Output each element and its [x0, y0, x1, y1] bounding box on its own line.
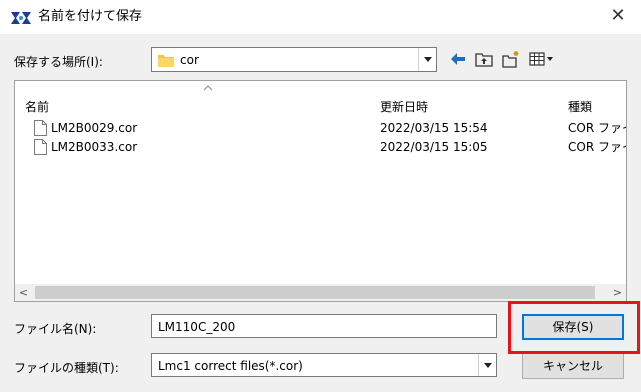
highlight-box: [508, 301, 640, 354]
app-icon: [11, 12, 31, 24]
file-type: COR ファイ: [568, 140, 626, 154]
save-location-label: 保存する場所(I):: [14, 55, 103, 69]
file-type: COR ファイ: [568, 121, 626, 135]
filetype-label: ファイルの種類(T):: [14, 361, 119, 375]
save-location-value: cor: [180, 53, 199, 67]
column-header-modified[interactable]: 更新日時: [380, 99, 428, 115]
filename-input[interactable]: LM110C_200: [151, 314, 497, 338]
folder-icon: [158, 55, 174, 67]
file-modified: 2022/03/15 15:54: [380, 121, 488, 135]
scroll-thumb[interactable]: [35, 286, 595, 299]
file-name: LM2B0029.cor: [51, 121, 138, 135]
scroll-right-icon[interactable]: >: [609, 284, 626, 301]
file-icon: [34, 139, 47, 155]
up-folder-icon[interactable]: [474, 49, 494, 69]
filename-label: ファイル名(N):: [14, 322, 97, 336]
window-title: 名前を付けて保存: [38, 9, 143, 24]
column-header-name[interactable]: 名前: [25, 99, 49, 115]
close-button[interactable]: ✕: [595, 0, 641, 34]
file-name: LM2B0033.cor: [51, 140, 138, 154]
filetype-dropdown[interactable]: Lmc1 correct files(*.cor): [151, 353, 497, 377]
filetype-value: Lmc1 correct files(*.cor): [158, 359, 303, 373]
file-list[interactable]: 名前 更新日時 種類 LM2B0029.cor 2022/03/15 15:54…: [14, 80, 627, 302]
file-modified: 2022/03/15 15:05: [380, 140, 488, 154]
filename-value: LM110C_200: [158, 320, 236, 334]
cancel-button[interactable]: キャンセル: [522, 353, 624, 379]
new-folder-icon[interactable]: [501, 49, 521, 69]
close-icon: ✕: [610, 5, 626, 26]
scroll-left-icon[interactable]: <: [15, 284, 32, 301]
column-header-type[interactable]: 種類: [568, 99, 592, 115]
title-bar: 名前を付けて保存 ✕: [0, 0, 641, 34]
file-icon: [34, 120, 47, 136]
chevron-down-icon[interactable]: [418, 48, 436, 71]
save-location-dropdown[interactable]: cor: [151, 47, 437, 72]
sort-ascending-icon: [203, 85, 213, 91]
horizontal-scrollbar[interactable]: < >: [15, 284, 626, 301]
chevron-down-icon[interactable]: [478, 354, 496, 376]
back-arrow-icon[interactable]: [448, 49, 468, 69]
view-menu-icon[interactable]: [528, 49, 556, 69]
